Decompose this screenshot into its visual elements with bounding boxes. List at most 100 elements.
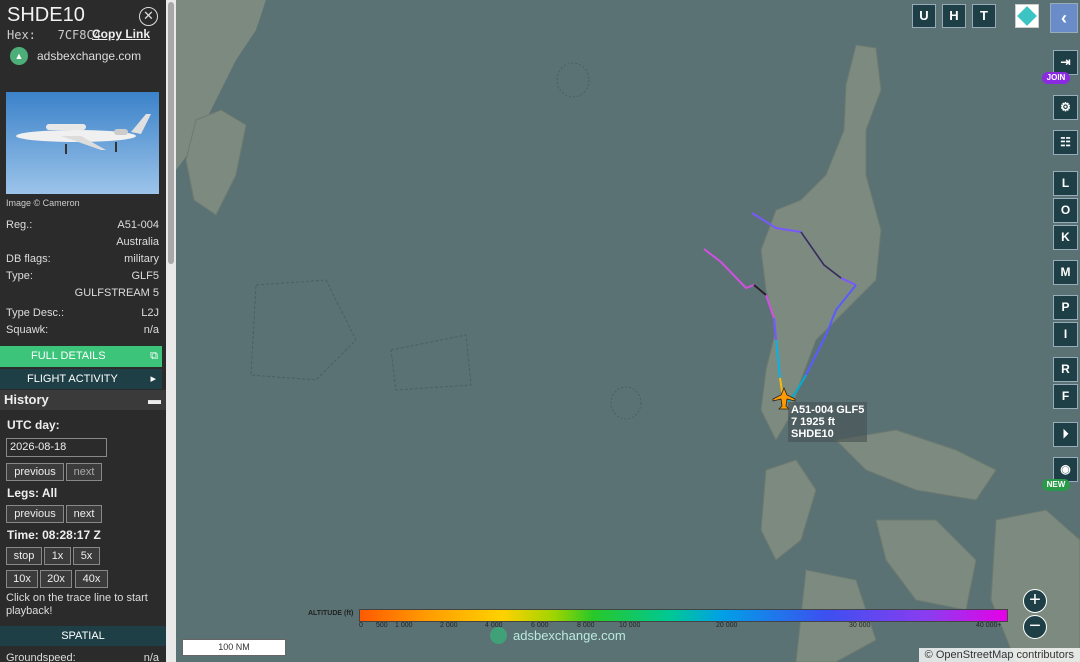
layers-icon	[1017, 6, 1037, 26]
collapse-icon: ▬	[148, 392, 161, 407]
detail-value: GLF5	[131, 270, 159, 282]
utc-day-label: UTC day:	[7, 418, 60, 432]
adsbexchange-logo-icon: ▲	[10, 47, 28, 65]
map-canvas[interactable]	[176, 0, 1080, 662]
detail-label: Squawk:	[6, 324, 49, 336]
history-title: History	[4, 392, 49, 407]
data-source-label: adsbexchange.com	[37, 49, 142, 63]
speed-40x-button[interactable]: 40x	[75, 570, 108, 588]
speed-10x-button[interactable]: 10x	[6, 570, 38, 588]
legs-label: Legs: All	[7, 486, 58, 500]
toggle-m-button[interactable]: M	[1053, 260, 1078, 285]
aircraft-list-button[interactable]: ☷	[1053, 130, 1078, 155]
groundspeed-value: n/a	[143, 652, 159, 662]
next-day-button[interactable]: next	[66, 463, 102, 481]
detail-value: GULFSTREAM 5	[74, 287, 159, 299]
chevron-left-icon: ‹	[1061, 8, 1067, 28]
spatial-section-header[interactable]: SPATIAL	[0, 626, 166, 646]
altitude-tick: 500	[376, 622, 388, 629]
toggle-o-button[interactable]: O	[1053, 198, 1078, 223]
toggle-p-button[interactable]: P	[1053, 295, 1078, 320]
history-header[interactable]: History ▬	[0, 390, 166, 410]
detail-value: Australia	[116, 236, 159, 248]
toggle-u-button[interactable]: U	[912, 4, 936, 28]
aircraft-photo[interactable]	[6, 92, 159, 194]
map-attribution[interactable]: © OpenStreetMap contributors	[918, 648, 1080, 662]
altitude-tick: 1 000	[395, 622, 413, 629]
aircraft-photo-image	[16, 114, 151, 154]
adsbexchange-logo-icon	[490, 627, 507, 644]
external-link-icon: ⧉	[150, 350, 158, 362]
previous-leg-button[interactable]: previous	[6, 505, 64, 523]
tree-icon: ☷	[1060, 135, 1071, 149]
toggle-h-button[interactable]: H	[942, 4, 966, 28]
new-badge: NEW	[1042, 479, 1070, 491]
watermark-text: adsbexchange.com	[513, 628, 626, 643]
detail-value: A51-004	[117, 219, 159, 231]
callsign-title: SHDE10	[7, 4, 85, 26]
detail-label: Reg.:	[6, 219, 33, 231]
speed-1x-button[interactable]: 1x	[44, 547, 71, 565]
aircraft-label-line: SHDE10	[791, 428, 834, 440]
full-details-button[interactable]: FULL DETAILS ⧉	[0, 346, 162, 367]
altitude-tick: 20 000	[716, 622, 738, 629]
toggle-f-button[interactable]: F	[1053, 384, 1078, 409]
watermark: adsbexchange.com	[490, 627, 626, 644]
detail-label: Type Desc.:	[6, 307, 65, 319]
groundspeed-row: Groundspeed: n/a	[6, 652, 159, 662]
previous-day-button[interactable]: previous	[6, 463, 64, 481]
map-base-layer	[176, 0, 1080, 662]
sidebar-scrollbar[interactable]	[166, 0, 176, 662]
scrollbar-thumb[interactable]	[168, 2, 174, 264]
aircraft-info-panel: SHDE10 ✕ Hex: 7CF8C4 Copy Link ▲ adsbexc…	[0, 0, 166, 662]
altitude-color-bar	[359, 609, 1008, 622]
altitude-legend-label: ALTITUDE (ft)	[308, 610, 354, 617]
full-details-label: FULL DETAILS	[31, 350, 106, 362]
join-badge[interactable]: JOIN	[1042, 72, 1070, 84]
flight-activity-label: FLIGHT ACTIVITY	[27, 373, 118, 385]
close-panel-button[interactable]: ✕	[139, 7, 158, 26]
speed-20x-button[interactable]: 20x	[40, 570, 72, 588]
time-label: Time: 08:28:17 Z	[7, 528, 101, 542]
groundspeed-label: Groundspeed:	[6, 652, 76, 662]
aircraft-label-line: 7 1925 ft	[791, 416, 836, 428]
layers-button[interactable]	[1015, 4, 1039, 28]
close-icon: ✕	[143, 8, 154, 23]
flight-activity-button[interactable]: FLIGHT ACTIVITY ▸	[0, 369, 162, 389]
altitude-tick: 0	[359, 622, 363, 629]
hex-label: Hex:	[7, 28, 36, 42]
detail-value: military	[124, 253, 159, 265]
toggle-r-button[interactable]: R	[1053, 357, 1078, 382]
eye-icon: ◉	[1060, 462, 1071, 476]
zoom-in-button[interactable]: +	[1023, 589, 1047, 613]
replay-button[interactable]: ⏵	[1053, 422, 1078, 447]
next-leg-button[interactable]: next	[66, 505, 102, 523]
toggle-l-button[interactable]: L	[1053, 171, 1078, 196]
altitude-tick: 30 000	[849, 622, 871, 629]
aircraft-label-line: A51-004 GLF5	[791, 404, 865, 416]
detail-label: Type:	[6, 270, 33, 282]
detail-value: n/a	[143, 324, 159, 336]
hex-row: Hex: 7CF8C4	[7, 28, 101, 42]
collapse-sidebar-button[interactable]: ‹	[1050, 3, 1078, 33]
toggle-k-button[interactable]: K	[1053, 225, 1078, 250]
date-input[interactable]: 2026-08-18	[6, 438, 107, 457]
stop-button[interactable]: stop	[6, 547, 42, 565]
scale-bar: 100 NM	[182, 639, 286, 656]
toggle-i-button[interactable]: I	[1053, 322, 1078, 347]
zoom-out-button[interactable]: −	[1023, 615, 1047, 639]
altitude-tick: 40 000+	[976, 622, 1002, 629]
detail-label: DB flags:	[6, 253, 51, 265]
photo-credit: Image © Cameron	[6, 198, 80, 208]
toggle-t-button[interactable]: T	[972, 4, 996, 28]
playback-hint: Click on the trace line to start playbac…	[6, 592, 148, 617]
settings-button[interactable]: ⚙	[1053, 95, 1078, 120]
detail-value: L2J	[141, 307, 159, 319]
speed-5x-button[interactable]: 5x	[73, 547, 100, 565]
login-icon: ⇥	[1060, 55, 1071, 69]
data-source-row[interactable]: ▲ adsbexchange.com	[10, 46, 141, 66]
chevron-right-icon: ▸	[150, 373, 156, 385]
aircraft-map-label[interactable]: A51-004 GLF5 7 1925 ft SHDE10	[788, 402, 868, 442]
gear-icon: ⚙	[1060, 100, 1071, 114]
copy-link-button[interactable]: Copy Link	[92, 27, 150, 41]
